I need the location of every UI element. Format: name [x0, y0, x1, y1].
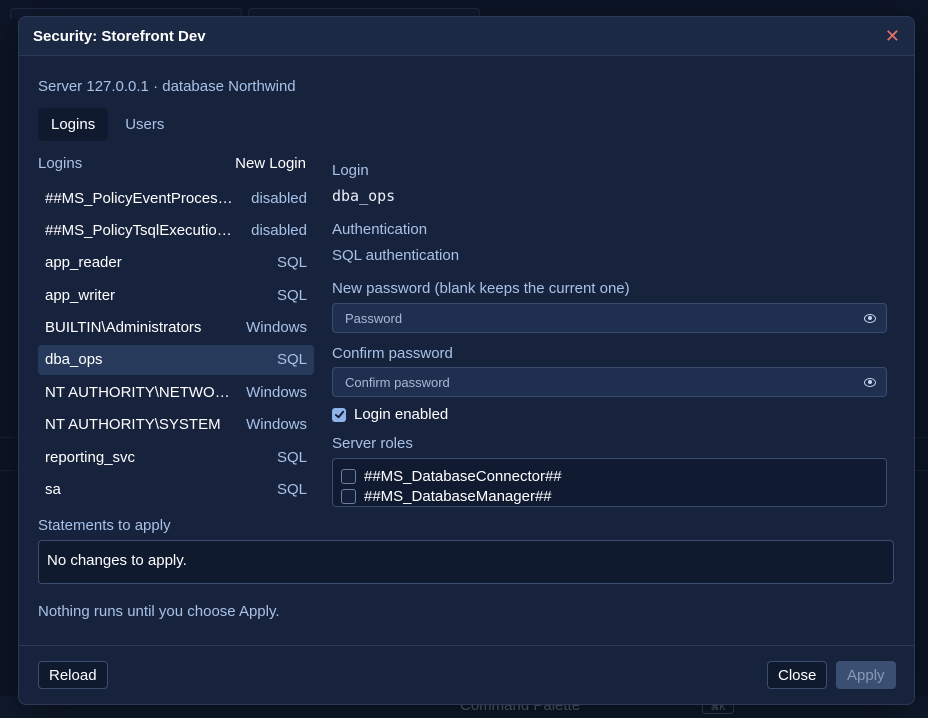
confirm-password-input[interactable]	[343, 373, 864, 391]
login-item-type: SQL	[276, 448, 307, 466]
confirm-password-field	[332, 367, 887, 397]
login-item-type: SQL	[276, 481, 307, 499]
login-item[interactable]: NT AUTHORITY\NETWORK SERVICE Windows	[38, 377, 314, 407]
reload-button[interactable]: Reload	[38, 661, 108, 689]
login-enabled-row: Login enabled	[332, 406, 887, 423]
login-item-type: disabled	[251, 189, 307, 207]
security-dialog: Security: Storefront Dev ✕ Server 127.0.…	[18, 16, 915, 705]
tab-users[interactable]: Users	[112, 108, 177, 141]
new-login-button[interactable]: New Login	[235, 155, 306, 172]
apply-button[interactable]: Apply	[836, 661, 896, 689]
server-role-checkbox[interactable]	[341, 468, 356, 484]
confirm-password-label: Confirm password	[332, 345, 453, 362]
login-label: Login	[332, 162, 369, 179]
login-detail-panel: Login dba_ops Authentication SQL authent…	[332, 162, 887, 507]
login-item[interactable]: NT AUTHORITY\SYSTEM Windows	[38, 410, 314, 440]
login-item-selected[interactable]: dba_ops SQL	[38, 344, 314, 375]
new-password-field	[332, 303, 887, 333]
new-password-input[interactable]	[343, 309, 864, 327]
dialog-title: Security: Storefront Dev	[33, 27, 206, 45]
login-item-name: reporting_svc	[45, 448, 136, 466]
authentication-value: SQL authentication	[332, 247, 460, 264]
login-item[interactable]: reporting_svc SQL	[38, 442, 314, 472]
login-item[interactable]: ##MS_PolicyEventProcessingLogin## disabl…	[38, 183, 314, 213]
check-icon	[334, 410, 344, 419]
close-icon[interactable]: ✕	[885, 27, 900, 45]
login-item-name: ##MS_PolicyTsqlExecutionLogin##	[45, 221, 240, 239]
server-role-name: ##MS_DatabaseConnector##	[364, 467, 562, 485]
server-roles-label: Server roles	[332, 435, 413, 452]
login-item-name: dba_ops	[45, 351, 103, 369]
new-password-label: New password (blank keeps the current on…	[332, 280, 630, 297]
login-value: dba_ops	[332, 187, 396, 205]
login-item-name: sa	[45, 481, 61, 499]
login-item-type: SQL	[276, 351, 307, 369]
logins-list-header: Logins New Login	[38, 155, 306, 172]
server-role-name: ##MS_DatabaseManager##	[364, 487, 552, 505]
server-role-item: ##MS_DatabaseManager##	[341, 486, 878, 506]
statements-label: Statements to apply	[38, 517, 171, 534]
apply-note: Nothing runs until you choose Apply.	[38, 603, 280, 620]
tab-bar: Logins Users	[38, 108, 177, 141]
server-role-item: ##MS_DatabaseConnector##	[341, 466, 878, 486]
login-enabled-checkbox[interactable]	[332, 407, 346, 422]
login-item-type: SQL	[276, 286, 307, 304]
login-item[interactable]: app_reader SQL	[38, 248, 314, 278]
login-item[interactable]: sa SQL	[38, 475, 314, 505]
logins-list: ##MS_PolicyEventProcessingLogin## disabl…	[38, 183, 314, 507]
login-item-type: Windows	[246, 416, 307, 434]
login-item-type: Windows	[246, 319, 307, 337]
eye-icon[interactable]	[864, 313, 876, 323]
server-role-checkbox[interactable]	[341, 488, 356, 504]
login-item-type: Windows	[246, 383, 307, 401]
login-item-type: disabled	[251, 221, 307, 239]
login-item-name: ##MS_PolicyEventProcessingLogin##	[45, 189, 240, 207]
server-roles-list[interactable]: ##MS_DatabaseConnector## ##MS_DatabaseMa…	[332, 458, 887, 507]
login-item[interactable]: BUILTIN\Administrators Windows	[38, 313, 314, 343]
close-button[interactable]: Close	[767, 661, 828, 689]
logins-list-label: Logins	[38, 155, 83, 172]
login-enabled-label: Login enabled	[354, 406, 449, 423]
authentication-label: Authentication	[332, 221, 428, 238]
login-item-name: NT AUTHORITY\SYSTEM	[45, 416, 221, 434]
login-item-name: NT AUTHORITY\NETWORK SERVICE	[45, 383, 240, 401]
statements-box: No changes to apply.	[38, 540, 894, 584]
footer-divider	[19, 645, 914, 646]
login-item-name: app_writer	[45, 286, 116, 304]
server-info: Server 127.0.0.1 · database Northwind	[38, 78, 296, 95]
login-item[interactable]: ##MS_PolicyTsqlExecutionLogin## disabled	[38, 215, 314, 245]
login-item-type: SQL	[276, 254, 307, 272]
eye-icon[interactable]	[864, 377, 876, 387]
login-item[interactable]: app_writer SQL	[38, 280, 314, 310]
login-item-name: BUILTIN\Administrators	[45, 319, 202, 337]
login-item-name: app_reader	[45, 254, 122, 272]
tab-logins[interactable]: Logins	[38, 108, 109, 141]
dialog-header: Security: Storefront Dev ✕	[19, 17, 914, 56]
